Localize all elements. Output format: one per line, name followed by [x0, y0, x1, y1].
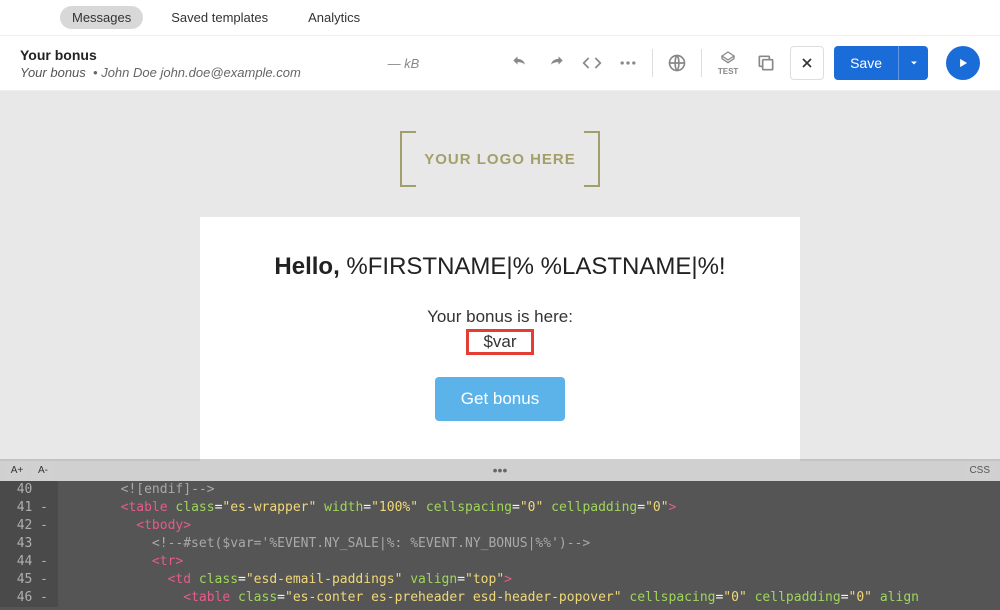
- line-number[interactable]: 46 -: [0, 589, 58, 607]
- save-button[interactable]: Save: [834, 46, 898, 80]
- tab-saved-templates[interactable]: Saved templates: [159, 6, 280, 29]
- line-number[interactable]: 42 -: [0, 517, 58, 535]
- close-button[interactable]: [790, 46, 824, 80]
- email-canvas[interactable]: YOUR LOGO HERE Hello, %FIRSTNAME|% %LAST…: [0, 91, 1000, 461]
- email-greeting[interactable]: Hello, %FIRSTNAME|% %LASTNAME|%!: [240, 253, 760, 281]
- line-number[interactable]: 44 -: [0, 553, 58, 571]
- bracket-left-icon: [400, 131, 416, 187]
- email-preview: YOUR LOGO HERE Hello, %FIRSTNAME|% %LAST…: [200, 131, 800, 461]
- code-line[interactable]: 40 <![endif]-->: [0, 481, 1000, 499]
- greeting-rest: %FIRSTNAME|% %LASTNAME|%!: [340, 253, 726, 280]
- top-tabs: Messages Saved templates Analytics: [0, 0, 1000, 36]
- font-decrease-button[interactable]: A-: [32, 461, 54, 479]
- divider: [652, 49, 653, 77]
- editor-header: Your bonus Your bonus • John Doe john.do…: [0, 36, 1000, 91]
- editor-toolbar: A+ A- ••• CSS: [0, 459, 1000, 481]
- code-line[interactable]: 44 - <tr>: [0, 553, 1000, 571]
- line-content[interactable]: <![endif]-->: [58, 481, 1000, 499]
- panel-drag-handle[interactable]: •••: [493, 462, 508, 478]
- variable-highlight[interactable]: $var: [466, 329, 533, 355]
- line-content[interactable]: <tbody>: [58, 517, 1000, 535]
- redo-button[interactable]: [542, 49, 570, 77]
- more-menu-button[interactable]: [614, 49, 642, 77]
- tab-messages[interactable]: Messages: [60, 6, 143, 29]
- line-number[interactable]: 45 -: [0, 571, 58, 589]
- line-content[interactable]: <!--#set($var='%EVENT.NY_SALE|%: %EVENT.…: [58, 535, 1000, 553]
- get-bonus-button[interactable]: Get bonus: [435, 377, 565, 421]
- line-number[interactable]: 40: [0, 481, 58, 499]
- code-line[interactable]: 43 <!--#set($var='%EVENT.NY_SALE|%: %EVE…: [0, 535, 1000, 553]
- css-toggle-button[interactable]: CSS: [965, 463, 994, 478]
- save-group: Save: [834, 46, 928, 80]
- code-line[interactable]: 41 - <table class="es-wrapper" width="10…: [0, 499, 1000, 517]
- line-content[interactable]: <td class="esd-email-paddings" valign="t…: [58, 571, 1000, 589]
- test-label: TEST: [718, 67, 738, 76]
- code-view-button[interactable]: [578, 49, 606, 77]
- divider: [701, 49, 702, 77]
- header-actions: TEST Save: [506, 46, 980, 80]
- language-button[interactable]: [663, 49, 691, 77]
- message-subtitle: Your bonus • John Doe john.doe@example.c…: [20, 65, 301, 80]
- logo-placeholder[interactable]: YOUR LOGO HERE: [200, 131, 800, 187]
- line-number[interactable]: 43: [0, 535, 58, 553]
- bracket-right-icon: [584, 131, 600, 187]
- email-body: Hello, %FIRSTNAME|% %LASTNAME|%! Your bo…: [200, 217, 800, 461]
- copy-button[interactable]: [752, 49, 780, 77]
- message-title: Your bonus: [20, 47, 301, 63]
- code-line[interactable]: 46 - <table class="es-conter es-preheade…: [0, 589, 1000, 607]
- code-line[interactable]: 42 - <tbody>: [0, 517, 1000, 535]
- message-subtitle-name: Your bonus: [20, 65, 86, 80]
- file-size-label: — kB: [388, 56, 420, 71]
- font-increase-button[interactable]: A+: [6, 461, 28, 479]
- tab-analytics[interactable]: Analytics: [296, 6, 372, 29]
- code-editor[interactable]: 40 <![endif]-->41 - <table class="es-wra…: [0, 481, 1000, 610]
- line-content[interactable]: <table class="es-wrapper" width="100%" c…: [58, 499, 1000, 517]
- code-line[interactable]: 45 - <td class="esd-email-paddings" vali…: [0, 571, 1000, 589]
- message-from: • John Doe john.doe@example.com: [89, 65, 300, 80]
- line-content[interactable]: <tr>: [58, 553, 1000, 571]
- line-number[interactable]: 41 -: [0, 499, 58, 517]
- line-content[interactable]: <table class="es-conter es-preheader esd…: [58, 589, 1000, 607]
- play-button[interactable]: [946, 46, 980, 80]
- header-title-block: Your bonus Your bonus • John Doe john.do…: [20, 47, 301, 80]
- undo-button[interactable]: [506, 49, 534, 77]
- greeting-bold: Hello,: [274, 253, 339, 280]
- logo-text: YOUR LOGO HERE: [424, 151, 576, 168]
- bonus-label[interactable]: Your bonus is here:: [240, 307, 760, 327]
- test-button[interactable]: TEST: [712, 49, 744, 77]
- save-dropdown[interactable]: [898, 46, 928, 80]
